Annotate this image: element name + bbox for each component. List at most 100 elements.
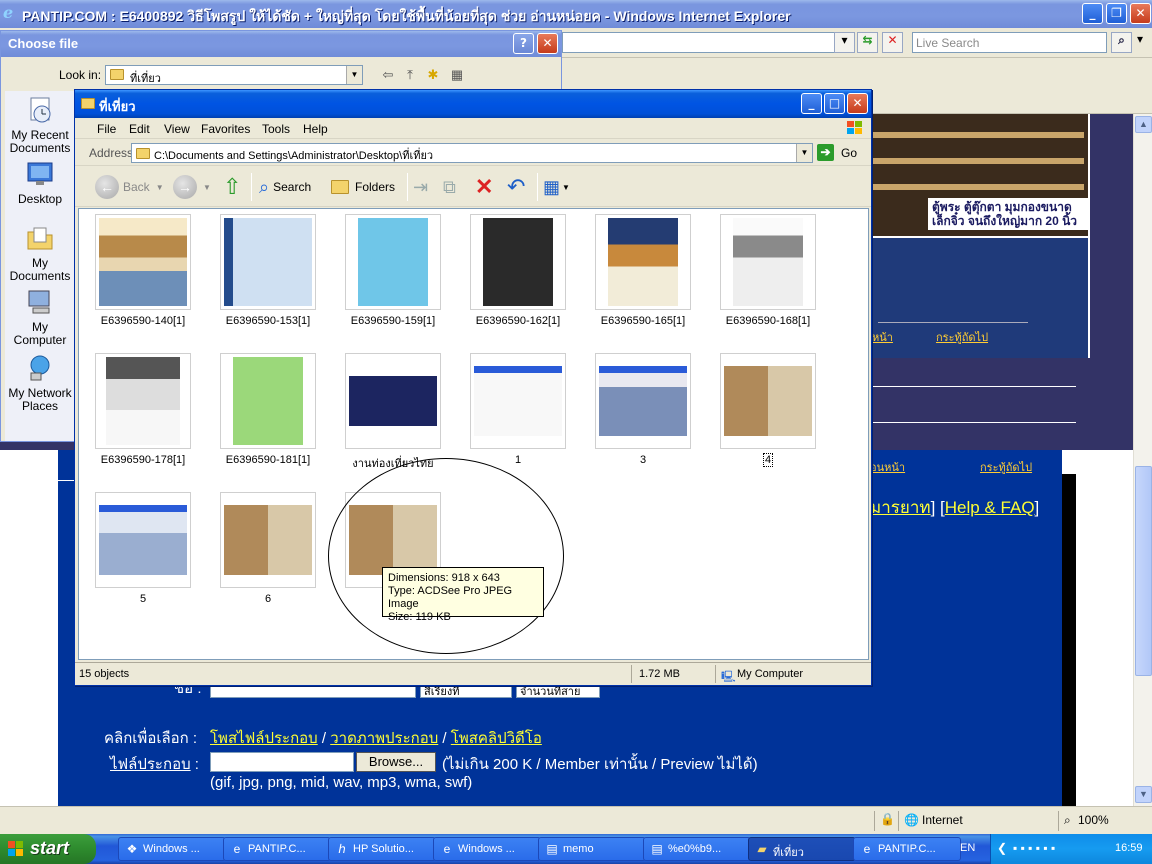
place-my-documents[interactable]: My Documents	[5, 223, 75, 283]
refresh-icon[interactable]: ⇆	[857, 32, 878, 53]
file-thumbnail[interactable]	[345, 353, 441, 449]
menu-file[interactable]: File	[97, 122, 116, 136]
file-label[interactable]: E6396590-168[1]	[698, 315, 838, 327]
menu-edit[interactable]: Edit	[129, 122, 150, 136]
look-in-combo[interactable]: ที่เที่ยว ▼	[105, 65, 363, 85]
dialog-close-button[interactable]: ✕	[537, 33, 558, 54]
taskbar-item[interactable]: e PANTIP.C...	[853, 837, 961, 861]
post-attachment-link[interactable]: โพสไฟล์ประกอบ	[210, 730, 318, 747]
file-label[interactable]: E6396590-159[1]	[323, 315, 463, 327]
file-thumbnail[interactable]	[345, 214, 441, 310]
file-thumbnail[interactable]	[720, 353, 816, 449]
taskbar-item[interactable]: ▤ memo	[538, 837, 646, 861]
file-thumbnail[interactable]	[470, 214, 566, 310]
menu-help[interactable]: Help	[303, 122, 328, 136]
minimize-button[interactable]: _	[1082, 3, 1103, 24]
prev-topic-link[interactable]: หน้า	[872, 328, 893, 346]
tray-app-icons[interactable]: ▪ ▪ ▪ ▪ ▪ ▪	[1013, 841, 1055, 855]
place-desktop[interactable]: Desktop	[5, 159, 75, 206]
ie-vertical-scrollbar[interactable]: ▲ ▼	[1133, 114, 1152, 806]
go-button[interactable]: ➔ Go	[817, 143, 867, 163]
taskbar-item[interactable]: ▰ ที่เที่ยว	[748, 837, 856, 861]
taskbar-item[interactable]: e Windows ...	[433, 837, 541, 861]
browse-button[interactable]: Browse...	[356, 752, 436, 772]
language-indicator[interactable]: EN	[960, 842, 975, 854]
address-dropdown-icon[interactable]: ▾	[834, 32, 855, 53]
up-folder-icon[interactable]: ⤒	[401, 67, 419, 83]
scroll-thumb[interactable]	[1135, 466, 1152, 676]
back-icon[interactable]: ⇦	[379, 67, 397, 83]
search-icon[interactable]: ⌕	[1111, 32, 1132, 53]
zoom-icon[interactable]: ⌕	[1064, 813, 1071, 828]
back-button[interactable]: ← Back ▼	[95, 173, 164, 201]
undo-icon[interactable]: ↶	[507, 173, 525, 201]
maximize-button[interactable]: □	[824, 93, 845, 114]
file-thumbnail[interactable]	[720, 214, 816, 310]
search-options-icon[interactable]: ▾	[1132, 32, 1148, 53]
file-thumbnail[interactable]	[220, 492, 316, 588]
address-input[interactable]: C:\Documents and Settings\Administrator\…	[131, 143, 813, 163]
file-label[interactable]: E6396590-178[1]	[73, 454, 213, 466]
place-my-network-places[interactable]: My Network Places	[5, 353, 75, 413]
file-thumbnail[interactable]	[595, 214, 691, 310]
view-menu-icon[interactable]: ▦	[448, 67, 466, 83]
file-label[interactable]: 6	[198, 593, 338, 605]
delete-icon[interactable]: ✕	[475, 173, 493, 201]
up-folder-icon[interactable]: ⇧	[223, 173, 241, 201]
file-thumbnail[interactable]	[95, 214, 191, 310]
stop-icon[interactable]: ✕	[882, 32, 903, 53]
scroll-down-icon[interactable]: ▼	[1135, 786, 1152, 803]
search-button[interactable]: ⌕ Search	[259, 173, 311, 201]
file-label[interactable]: E6396590-165[1]	[573, 315, 713, 327]
file-label[interactable]: 3	[573, 454, 713, 466]
file-label[interactable]: 4	[698, 453, 838, 467]
file-label[interactable]: E6396590-140[1]	[73, 315, 213, 327]
file-label[interactable]: E6396590-162[1]	[448, 315, 588, 327]
menu-favorites[interactable]: Favorites	[201, 122, 250, 136]
taskbar-item[interactable]: ▤ %e0%b9...	[643, 837, 751, 861]
help-faq-link[interactable]: Help & FAQ	[945, 498, 1035, 517]
close-button[interactable]: ✕	[847, 93, 868, 114]
new-folder-icon[interactable]: ✱	[424, 67, 442, 83]
place-recent-documents[interactable]: My Recent Documents	[5, 95, 75, 155]
file-thumbnail[interactable]	[595, 353, 691, 449]
next-topic-link[interactable]: กระทู้ถัดไป	[936, 328, 988, 346]
prev-topic-link-2[interactable]: อนหน้า	[870, 458, 905, 476]
file-thumbnail[interactable]	[220, 353, 316, 449]
menu-tools[interactable]: Tools	[262, 122, 290, 136]
taskbar-item[interactable]: ℎ HP Solutio...	[328, 837, 436, 861]
file-label[interactable]: 5	[73, 593, 213, 605]
minimize-button[interactable]: _	[801, 93, 822, 114]
taskbar-item[interactable]: e PANTIP.C...	[223, 837, 331, 861]
forward-button[interactable]: → ▼	[173, 173, 211, 201]
move-to-icon[interactable]: ⇥	[413, 173, 428, 201]
next-topic-link-2[interactable]: กระทู้ถัดไป	[980, 458, 1032, 476]
file-path-input[interactable]	[210, 752, 354, 772]
file-thumbnail[interactable]	[220, 214, 316, 310]
chevron-down-icon[interactable]: ▼	[346, 66, 362, 84]
zoom-level[interactable]: 100%	[1078, 813, 1109, 827]
live-search-input[interactable]: Live Search	[912, 32, 1107, 53]
chevron-down-icon[interactable]: ▼	[796, 144, 812, 162]
file-label[interactable]: E6396590-153[1]	[198, 315, 338, 327]
file-thumbnail[interactable]	[95, 492, 191, 588]
tray-chevron-icon[interactable]: ❮	[997, 841, 1007, 855]
close-button[interactable]: ✕	[1130, 3, 1151, 24]
taskbar-item[interactable]: ❖ Windows ...	[118, 837, 226, 861]
folders-button[interactable]: Folders	[331, 173, 395, 201]
restore-button[interactable]: ❐	[1106, 3, 1127, 24]
views-icon[interactable]: ▦ ▼	[543, 173, 570, 201]
ie-address-input[interactable]	[562, 32, 852, 53]
draw-image-link[interactable]: วาดภาพประกอบ	[330, 730, 438, 747]
post-video-link[interactable]: โพสคลิปวิดีโอ	[451, 730, 542, 747]
clock[interactable]: 16:59	[1115, 842, 1143, 854]
file-label[interactable]: E6396590-181[1]	[198, 454, 338, 466]
file-thumbnail[interactable]	[95, 353, 191, 449]
copy-to-icon[interactable]: ⧉	[443, 173, 456, 201]
help-button[interactable]: ?	[513, 33, 534, 54]
etiquette-link[interactable]: มารยาท	[870, 498, 931, 517]
start-button[interactable]: start	[0, 834, 96, 864]
file-thumbnail[interactable]	[470, 353, 566, 449]
place-my-computer[interactable]: My Computer	[5, 287, 75, 347]
menu-view[interactable]: View	[164, 122, 190, 136]
